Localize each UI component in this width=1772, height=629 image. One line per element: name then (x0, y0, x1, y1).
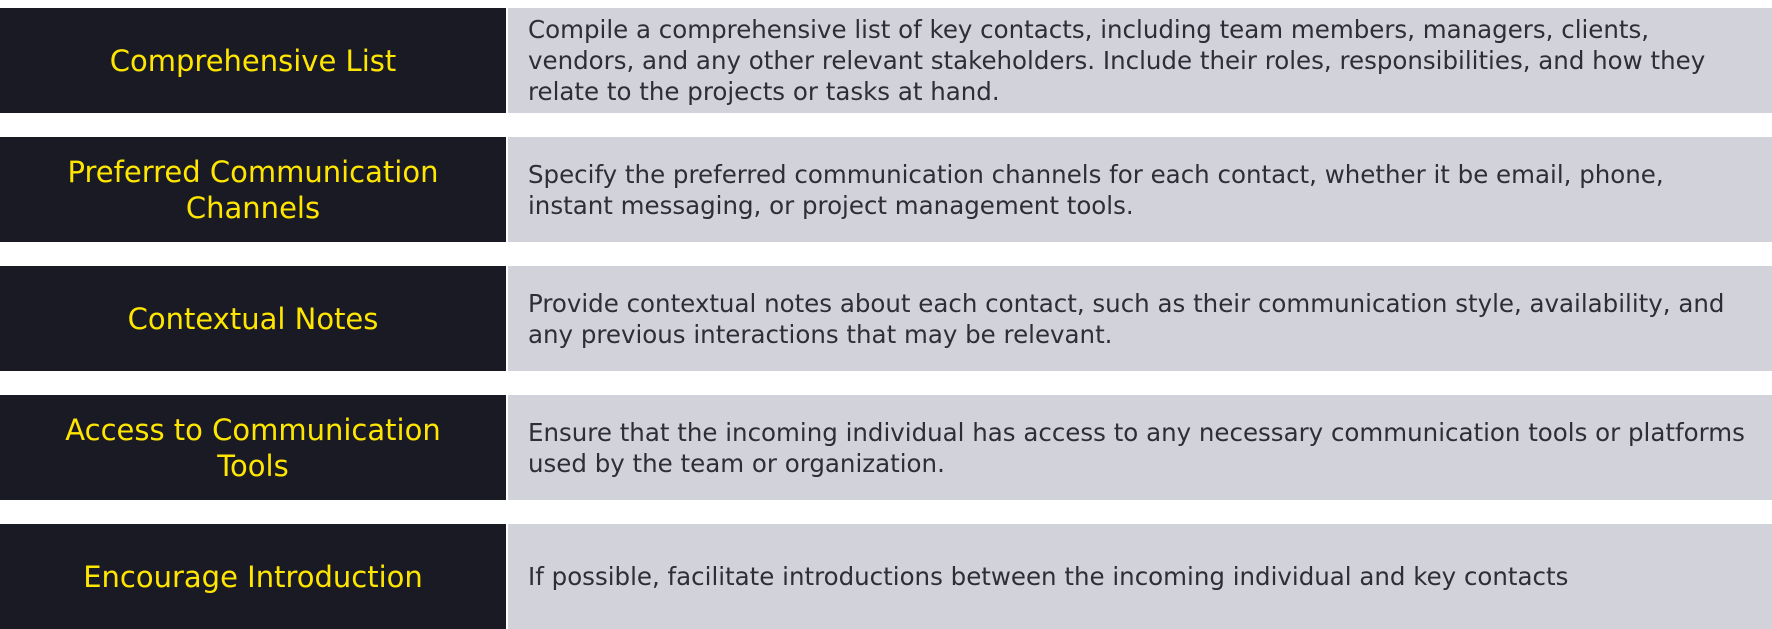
row-description: Compile a comprehensive list of key cont… (508, 8, 1772, 113)
table-row: Access to Communication Tools Ensure tha… (0, 395, 1772, 500)
table-row: Contextual Notes Provide contextual note… (0, 266, 1772, 371)
row-description: Provide contextual notes about each cont… (508, 266, 1772, 371)
row-label: Access to Communication Tools (0, 395, 506, 500)
table-row: Comprehensive List Compile a comprehensi… (0, 8, 1772, 113)
contacts-table: Comprehensive List Compile a comprehensi… (0, 8, 1772, 629)
row-label: Contextual Notes (0, 266, 506, 371)
row-description: If possible, facilitate introductions be… (508, 524, 1772, 629)
row-label: Comprehensive List (0, 8, 506, 113)
row-label: Preferred Communication Channels (0, 137, 506, 242)
table-row: Encourage Introduction If possible, faci… (0, 524, 1772, 629)
row-description: Ensure that the incoming individual has … (508, 395, 1772, 500)
row-description: Specify the preferred communication chan… (508, 137, 1772, 242)
row-label: Encourage Introduction (0, 524, 506, 629)
table-row: Preferred Communication Channels Specify… (0, 137, 1772, 242)
